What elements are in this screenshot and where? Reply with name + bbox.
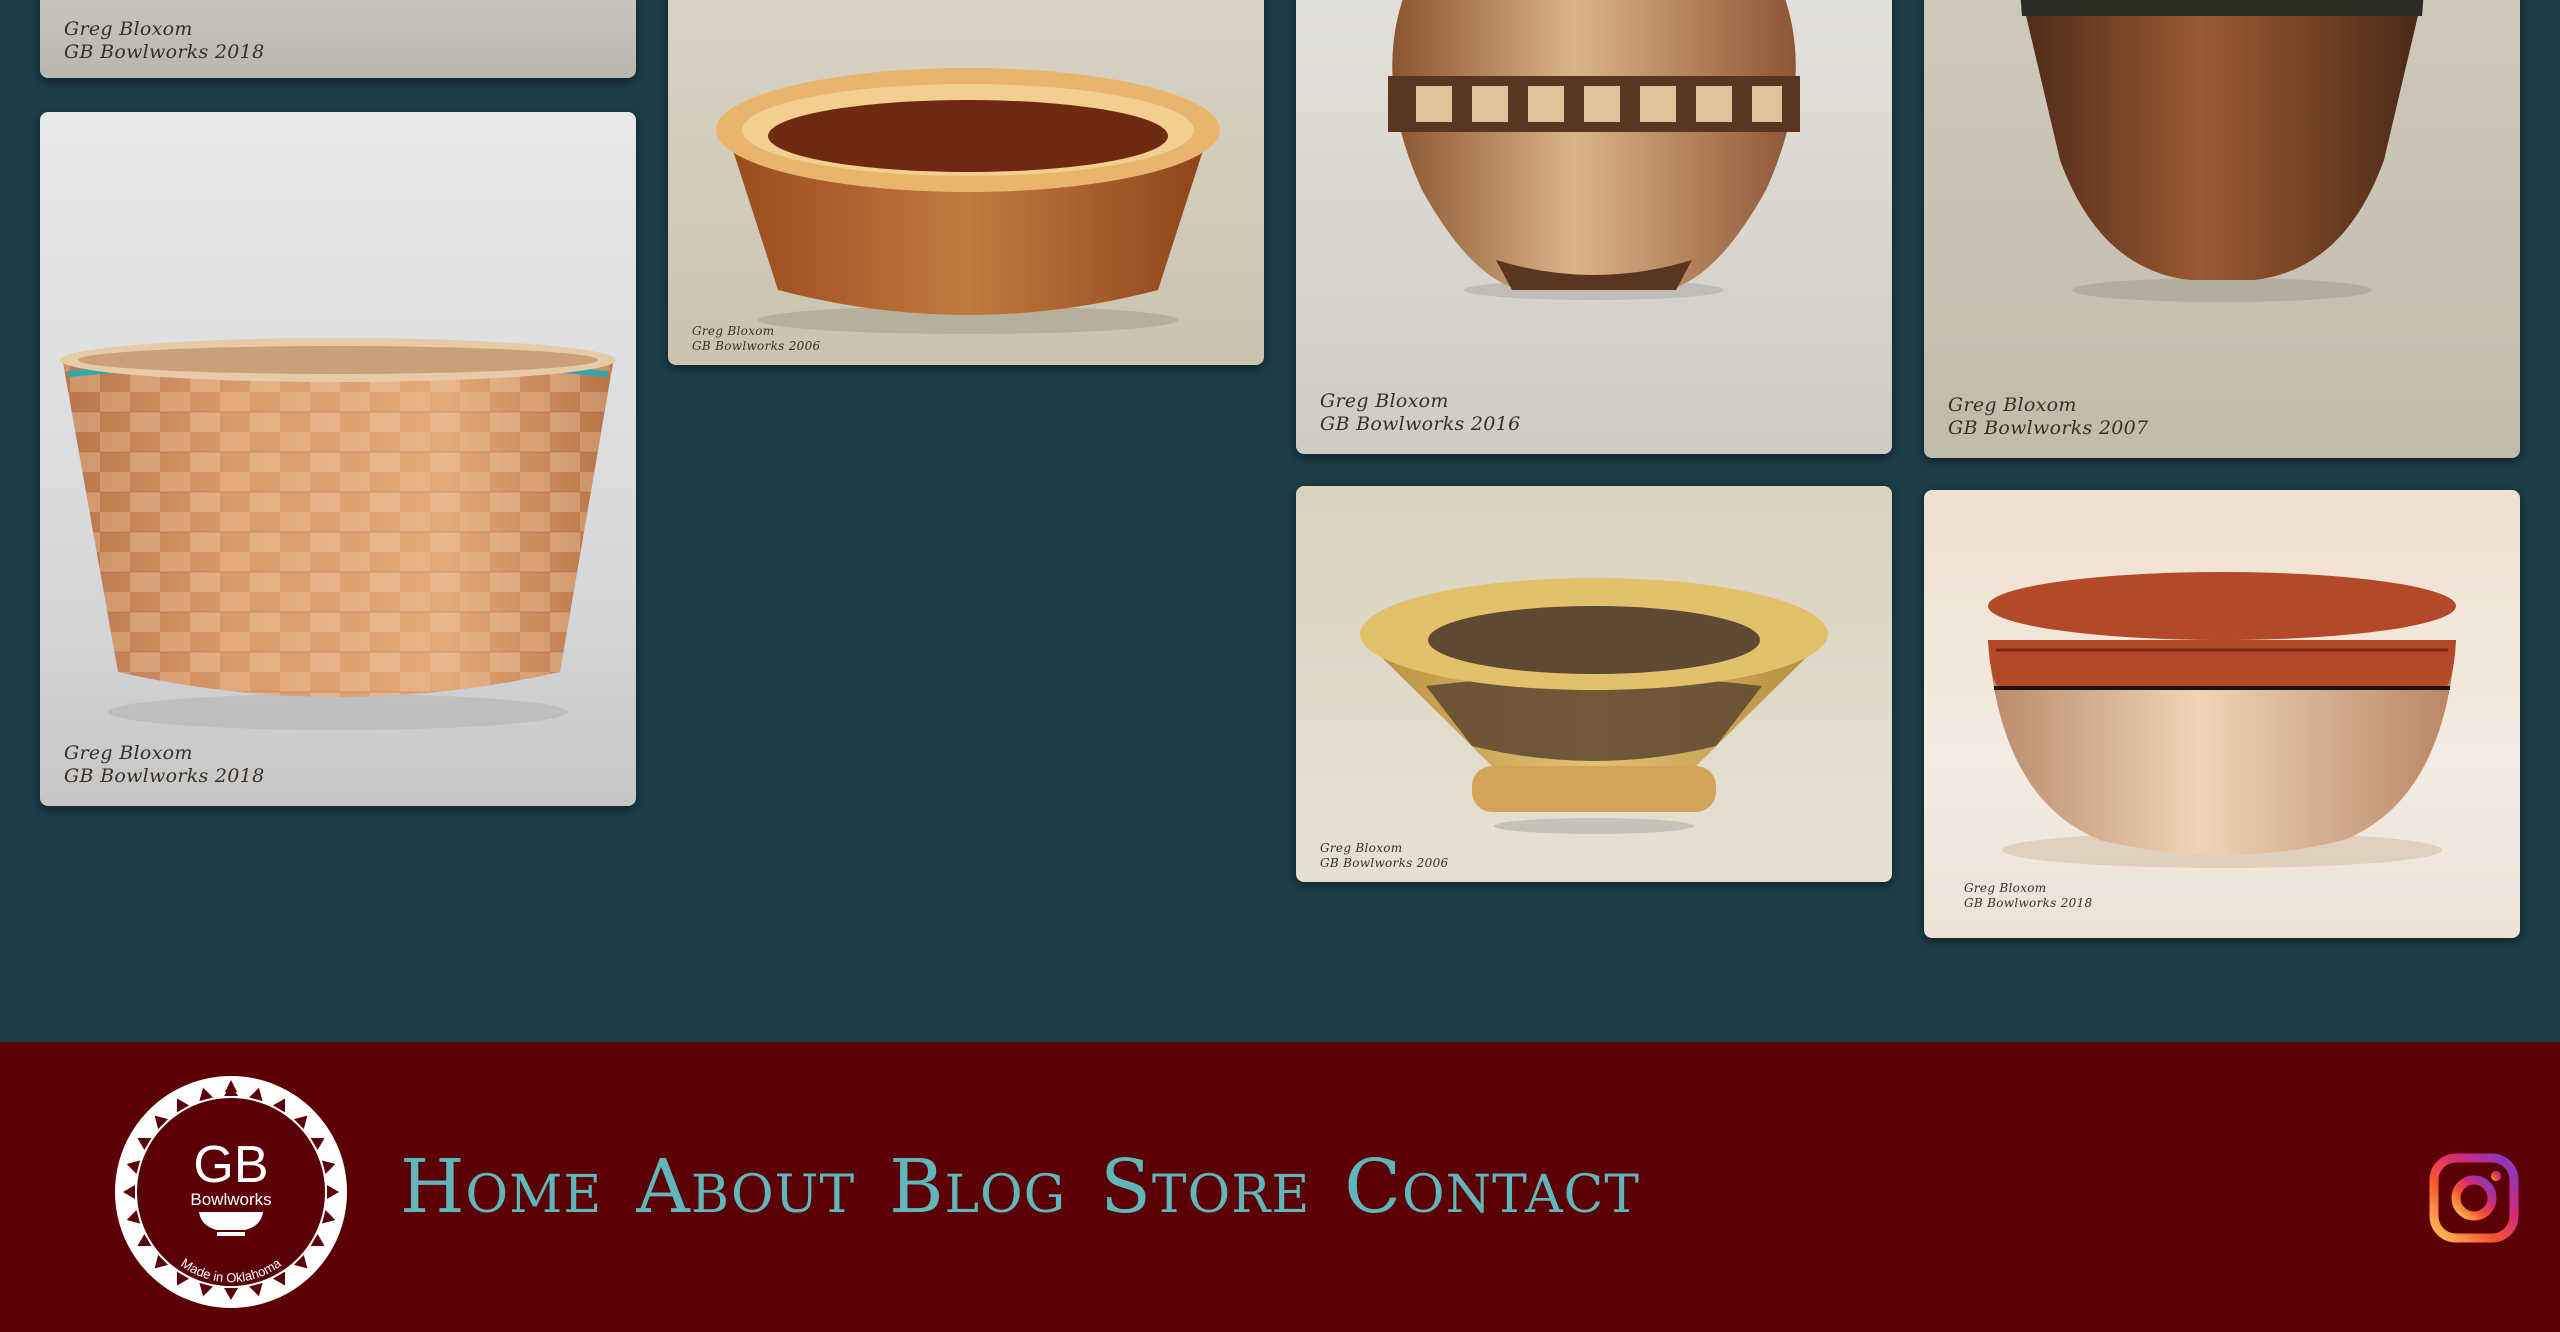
gallery-item[interactable]: Greg Bloxom GB Bowlworks 2018 [40, 112, 636, 806]
gallery-grid: Greg Bloxom GB Bowlworks 2018 Greg Bloxo… [0, 0, 2560, 1042]
instagram-icon[interactable] [2428, 1152, 2520, 1244]
gallery-item[interactable]: Greg Bloxom GB Bowlworks 2016 [1296, 0, 1892, 454]
bowl-photo [40, 112, 636, 806]
nav-about[interactable]: About [636, 1150, 855, 1224]
bowl-photo [1296, 0, 1892, 454]
logo-name: Bowlworks [190, 1190, 271, 1209]
gb-bowlworks-logo[interactable]: GB Bowlworks Made in Oklahoma [113, 1074, 349, 1310]
nav-blog[interactable]: Blog [889, 1150, 1066, 1224]
gallery-item[interactable]: Greg Bloxom GB Bowlworks 2006 [1296, 486, 1892, 882]
photo-signature: Greg Bloxom GB Bowlworks 2006 [1320, 841, 1449, 870]
photo-signature: Greg Bloxom GB Bowlworks 2018 [1964, 881, 2093, 910]
gallery-item[interactable]: Greg Bloxom GB Bowlworks 2018 [40, 0, 636, 78]
nav-store[interactable]: Store [1100, 1150, 1310, 1224]
photo-signature: Greg Bloxom GB Bowlworks 2018 [64, 18, 265, 64]
bowl-photo [1924, 0, 2520, 458]
nav-home[interactable]: Home [400, 1150, 602, 1224]
gallery-item[interactable]: Greg Bloxom GB Bowlworks 2006 [668, 0, 1264, 365]
photo-signature: Greg Bloxom GB Bowlworks 2006 [692, 324, 821, 353]
gallery-item[interactable]: Greg Bloxom GB Bowlworks 2007 [1924, 0, 2520, 458]
bowl-photo [1296, 486, 1892, 882]
photo-signature: Greg Bloxom GB Bowlworks 2018 [64, 742, 265, 788]
footer-nav: Home About Blog Store Contact [400, 1150, 1674, 1224]
gallery-item[interactable]: Greg Bloxom GB Bowlworks 2018 [1924, 490, 2520, 938]
photo-signature: Greg Bloxom GB Bowlworks 2016 [1320, 390, 1521, 436]
nav-contact[interactable]: Contact [1344, 1150, 1640, 1224]
photo-signature: Greg Bloxom GB Bowlworks 2007 [1948, 394, 2149, 440]
bowl-photo [668, 0, 1264, 365]
bowl-photo [1924, 490, 2520, 938]
logo-initials: GB [193, 1136, 268, 1194]
